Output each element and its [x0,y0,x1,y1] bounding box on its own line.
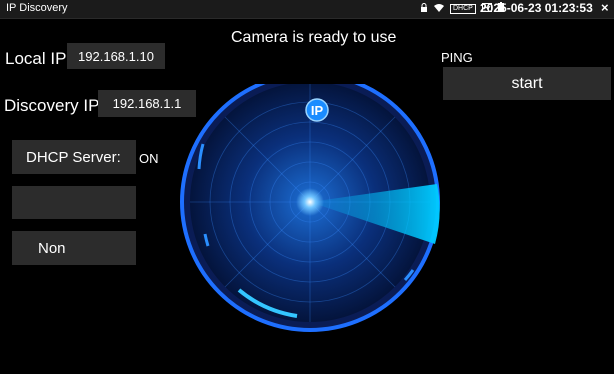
close-icon[interactable]: × [601,0,609,15]
status-message: Camera is ready to use [231,29,397,46]
dhcp-server-button[interactable]: DHCP Server: [12,140,136,174]
wifi-icon [434,3,444,15]
datetime: 2025-06-23 01:23:53 [480,1,593,15]
blank-button[interactable] [12,186,136,219]
radar-scanner: IP [180,84,440,332]
discovery-ip-label: Discovery IP: [4,96,105,115]
app-title: IP Discovery [6,2,68,14]
ping-label: PING [441,50,473,65]
lock-icon [420,2,428,15]
start-button[interactable]: start [443,67,611,100]
local-ip-label: Local IP: [5,49,72,68]
mode-button[interactable]: Non [12,231,136,265]
status-bar: IP Discovery DHCP 2025-06-23 01:23:53 × [0,0,614,19]
dhcp-server-state: ON [139,151,159,166]
ip-badge-text: IP [311,103,324,118]
local-ip-field[interactable]: 192.168.1.10 [67,43,165,69]
radar-center [296,188,324,216]
ip-badge: IP [305,98,329,122]
dhcp-icon: DHCP [450,3,476,14]
